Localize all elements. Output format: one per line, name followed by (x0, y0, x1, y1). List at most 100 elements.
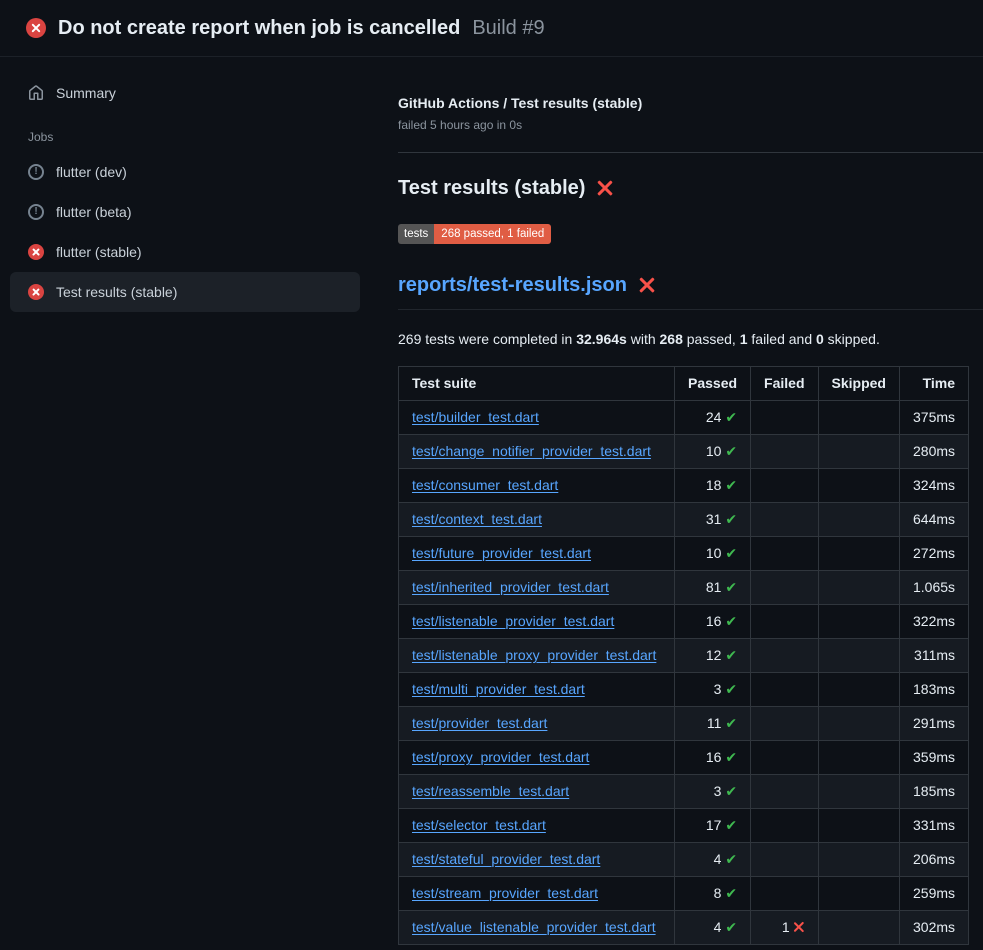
passed-cell: 8 ✔ (675, 876, 751, 910)
skipped-cell (818, 434, 899, 468)
summary-text-part: 269 tests were completed in (398, 331, 576, 347)
test-suite-row: test/change_notifier_provider_test.dart1… (399, 434, 969, 468)
suite-link[interactable]: test/provider_test.dart (412, 715, 547, 731)
sidebar: Summary Jobs !flutter (dev)!flutter (bet… (0, 57, 370, 950)
passed-cell: 11 ✔ (675, 706, 751, 740)
passed-cell: 10 ✔ (675, 536, 751, 570)
time-cell: 185ms (899, 774, 968, 808)
results-table-body: test/builder_test.dart24 ✔375mstest/chan… (399, 400, 969, 944)
check-icon: ✔ (725, 477, 737, 493)
check-icon: ✔ (725, 749, 737, 765)
column-header-failed: Failed (751, 366, 818, 400)
check-icon: ✔ (725, 647, 737, 663)
suite-link[interactable]: test/stream_provider_test.dart (412, 885, 598, 901)
failed-cell (751, 468, 818, 502)
check-icon: ✔ (725, 613, 737, 629)
skipped-cell (818, 876, 899, 910)
skipped-cell (818, 536, 899, 570)
time-cell: 259ms (899, 876, 968, 910)
suite-link[interactable]: test/inherited_provider_test.dart (412, 579, 609, 595)
test-suite-row: test/context_test.dart31 ✔644ms (399, 502, 969, 536)
suite-link[interactable]: test/listenable_provider_test.dart (412, 613, 614, 629)
time-cell: 272ms (899, 536, 968, 570)
suite-link[interactable]: test/context_test.dart (412, 511, 542, 527)
suite-link[interactable]: test/value_listenable_provider_test.dart (412, 919, 656, 935)
passed-cell: 12 ✔ (675, 638, 751, 672)
check-icon: ✔ (725, 443, 737, 459)
run-failed-icon (26, 18, 46, 38)
passed-cell: 24 ✔ (675, 400, 751, 434)
suite-cell: test/consumer_test.dart (399, 468, 675, 502)
suite-link[interactable]: test/change_notifier_provider_test.dart (412, 443, 651, 459)
suite-cell: test/listenable_proxy_provider_test.dart (399, 638, 675, 672)
summary-text-part: skipped. (824, 331, 880, 347)
skipped-cell (818, 400, 899, 434)
test-suite-row: test/future_provider_test.dart 10 ✔ 272ms (399, 536, 969, 570)
section-title: Test results (stable) (398, 174, 585, 203)
failed-cell (751, 808, 818, 842)
suite-link[interactable]: test/reassemble_test.dart (412, 783, 569, 799)
skipped-cell (818, 808, 899, 842)
passed-cell: 3 ✔ (675, 672, 751, 706)
failed-cell (751, 740, 818, 774)
results-header-row: Test suitePassedFailedSkippedTime (399, 366, 969, 400)
sidebar-item-summary[interactable]: Summary (10, 77, 360, 109)
test-suite-row: test/proxy_provider_test.dart16 ✔359ms (399, 740, 969, 774)
section-heading: Test results (stable) (398, 174, 983, 203)
sidebar-item-flutter-stable[interactable]: flutter (stable) (10, 232, 360, 272)
suite-cell: test/reassemble_test.dart (399, 774, 675, 808)
failed-status-icon (28, 284, 44, 300)
skipped-cell (818, 910, 899, 944)
suite-link[interactable]: test/future_provider_test.dart (412, 545, 591, 561)
tests-badge: tests 268 passed, 1 failed (398, 224, 551, 244)
check-icon: ✔ (725, 511, 737, 527)
job-label: flutter (dev) (56, 162, 127, 182)
suite-cell: test/listenable_provider_test.dart (399, 604, 675, 638)
test-suite-row: test/listenable_provider_test.dart16 ✔32… (399, 604, 969, 638)
sidebar-jobs-list: !flutter (dev)!flutter (beta)flutter (st… (10, 152, 360, 312)
test-suite-row: test/reassemble_test.dart 3 ✔ 185ms (399, 774, 969, 808)
passed-cell: 4 ✔ (675, 910, 751, 944)
test-suite-row: test/multi_provider_test.dart3 ✔183ms (399, 672, 969, 706)
sidebar-item-flutter-beta[interactable]: !flutter (beta) (10, 192, 360, 232)
badge-value: 268 passed, 1 failed (434, 224, 551, 244)
suite-cell: test/future_provider_test.dart (399, 536, 675, 570)
passed-cell: 3 ✔ (675, 774, 751, 808)
report-link[interactable]: reports/test-results.json (398, 271, 627, 300)
suite-link[interactable]: test/builder_test.dart (412, 409, 539, 425)
time-cell: 280ms (899, 434, 968, 468)
skipped-cell (818, 638, 899, 672)
failed-x-icon (597, 180, 613, 196)
time-cell: 311ms (899, 638, 968, 672)
test-suite-row: test/listenable_proxy_provider_test.dart… (399, 638, 969, 672)
test-suite-row: test/value_listenable_provider_test.dart… (399, 910, 969, 944)
x-icon (794, 922, 805, 933)
skipped-cell (818, 502, 899, 536)
column-header-passed: Passed (675, 366, 751, 400)
suite-link[interactable]: test/stateful_provider_test.dart (412, 851, 600, 867)
home-icon (28, 85, 44, 101)
suite-cell: test/proxy_provider_test.dart (399, 740, 675, 774)
time-cell: 322ms (899, 604, 968, 638)
time-cell: 644ms (899, 502, 968, 536)
skipped-cell (818, 740, 899, 774)
sidebar-item-flutter-dev[interactable]: !flutter (dev) (10, 152, 360, 192)
failed-cell (751, 400, 818, 434)
check-icon: ✔ (725, 681, 737, 697)
sidebar-item-test-results-stable[interactable]: Test results (stable) (10, 272, 360, 312)
check-icon: ✔ (725, 579, 737, 595)
suite-link[interactable]: test/proxy_provider_test.dart (412, 749, 589, 765)
suite-link[interactable]: test/listenable_proxy_provider_test.dart (412, 647, 656, 663)
body-row: Summary Jobs !flutter (dev)!flutter (bet… (0, 57, 983, 950)
report-heading: reports/test-results.json (398, 271, 983, 310)
test-suite-row: test/builder_test.dart24 ✔375ms (399, 400, 969, 434)
passed-cell: 81 ✔ (675, 570, 751, 604)
app: Do not create report when job is cancell… (0, 0, 983, 950)
time-cell: 291ms (899, 706, 968, 740)
suite-link[interactable]: test/consumer_test.dart (412, 477, 558, 493)
suite-link[interactable]: test/selector_test.dart (412, 817, 546, 833)
skipped-cell (818, 774, 899, 808)
summary-failed-count: 1 (740, 331, 748, 347)
suite-cell: test/builder_test.dart (399, 400, 675, 434)
suite-link[interactable]: test/multi_provider_test.dart (412, 681, 585, 697)
